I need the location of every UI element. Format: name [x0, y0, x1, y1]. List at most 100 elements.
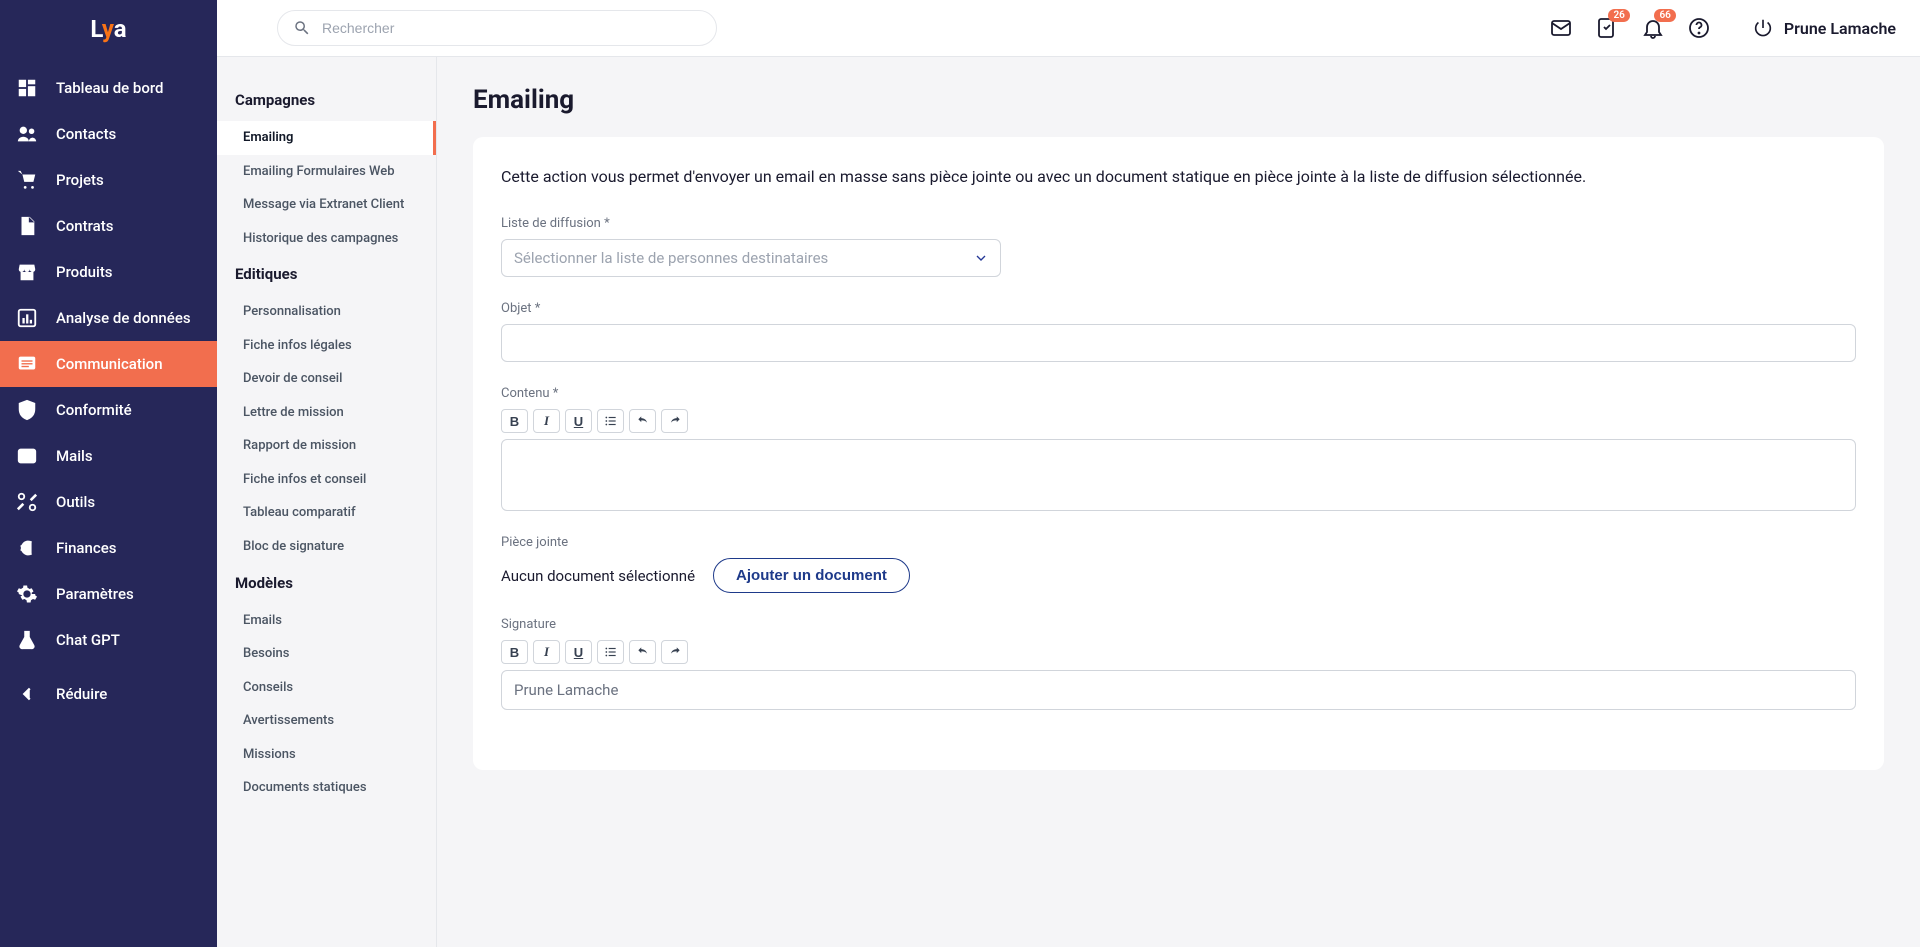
nav-item-store[interactable]: Produits [0, 249, 217, 295]
nav-item-gear[interactable]: Paramètres [0, 571, 217, 617]
mail-icon [1549, 16, 1573, 40]
bold-button[interactable]: B [501, 409, 528, 433]
input-subject[interactable] [501, 324, 1856, 362]
shield-icon [16, 399, 38, 421]
logo[interactable]: Lya [0, 0, 217, 57]
page-title: Emailing [473, 85, 1884, 115]
nav-item-dashboard[interactable]: Tableau de bord [0, 65, 217, 111]
sidebar-primary: Lya Tableau de bordContactsProjets Contra… [0, 0, 217, 947]
attachment-none-text: Aucun document sélectionné [501, 567, 695, 585]
sec-group-title: Editiques [217, 255, 436, 295]
list-button[interactable] [597, 409, 624, 433]
nav-reduce[interactable]: Réduire [0, 671, 217, 717]
sec-item[interactable]: Emails [217, 604, 436, 638]
sec-item[interactable]: Historique des campagnes [217, 222, 436, 256]
sec-item[interactable]: Missions [217, 738, 436, 772]
redo-icon [668, 645, 682, 659]
nav-item-label: Conformité [56, 401, 132, 419]
people-icon [16, 123, 38, 145]
nav-item-euro[interactable]: Finances [0, 525, 217, 571]
field-diffusion: Liste de diffusion * Sélectionner la lis… [501, 216, 1856, 277]
nav-item-label: Contrats [56, 217, 114, 235]
undo-icon [636, 414, 650, 428]
list-icon [604, 645, 618, 659]
nav-item-people[interactable]: Contacts [0, 111, 217, 157]
tasks-button[interactable]: 26 [1594, 15, 1620, 41]
nav-item-document[interactable]: Contrats [0, 203, 217, 249]
store-icon [16, 261, 38, 283]
user-name: Prune Lamache [1784, 19, 1896, 38]
nav-item-mail[interactable]: Mails [0, 433, 217, 479]
sec-item[interactable]: Documents statiques [217, 771, 436, 805]
mail-icon [16, 445, 38, 467]
sec-item[interactable]: Message via Extranet Client [217, 188, 436, 222]
nav-item-flask[interactable]: Chat GPT [0, 617, 217, 663]
notifications-badge: 66 [1654, 9, 1675, 22]
sec-item[interactable]: Lettre de mission [217, 396, 436, 430]
sec-item[interactable]: Rapport de mission [217, 429, 436, 463]
sig-redo-button[interactable] [661, 640, 688, 664]
sig-underline-button[interactable]: U [565, 640, 592, 664]
intro-text: Cette action vous permet d'envoyer un em… [501, 165, 1856, 188]
field-subject: Objet * [501, 301, 1856, 362]
sec-item[interactable]: Personnalisation [217, 295, 436, 329]
sec-item[interactable]: Bloc de signature [217, 530, 436, 564]
label-attachment: Pièce jointe [501, 535, 1856, 550]
nav-item-label: Produits [56, 263, 113, 281]
notifications-button[interactable]: 66 [1640, 15, 1666, 41]
search-wrap [277, 10, 717, 46]
nav-item-tools[interactable]: Outils [0, 479, 217, 525]
sec-item[interactable]: Fiche infos et conseil [217, 463, 436, 497]
editor-signature[interactable]: Prune Lamache [501, 670, 1856, 710]
select-diffusion-placeholder: Sélectionner la liste de personnes desti… [514, 249, 828, 267]
nav-item-label: Paramètres [56, 585, 134, 603]
sec-item[interactable]: Emailing Formulaires Web [217, 155, 436, 189]
sec-item[interactable]: Tableau comparatif [217, 496, 436, 530]
select-diffusion[interactable]: Sélectionner la liste de personnes desti… [501, 239, 1001, 277]
redo-icon [668, 414, 682, 428]
label-diffusion: Liste de diffusion * [501, 216, 1856, 231]
add-document-button[interactable]: Ajouter un document [713, 558, 910, 593]
editor-content[interactable] [501, 439, 1856, 511]
nav-item-label: Finances [56, 539, 116, 557]
help-button[interactable] [1686, 15, 1712, 41]
mail-button[interactable] [1548, 15, 1574, 41]
sig-undo-button[interactable] [629, 640, 656, 664]
sig-italic-button[interactable]: I [533, 640, 560, 664]
sec-item[interactable]: Emailing [217, 121, 436, 155]
sec-group-title: Modèles [217, 564, 436, 604]
sidebar-secondary: CampagnesEmailingEmailing Formulaires We… [217, 57, 437, 947]
nav-item-label: Mails [56, 447, 93, 465]
redo-button[interactable] [661, 409, 688, 433]
undo-button[interactable] [629, 409, 656, 433]
label-subject: Objet * [501, 301, 1856, 316]
signature-toolbar: B I U [501, 640, 1856, 664]
nav-item-shield[interactable]: Conformité [0, 387, 217, 433]
label-signature: Signature [501, 617, 1856, 632]
list-icon [604, 414, 618, 428]
underline-button[interactable]: U [565, 409, 592, 433]
italic-button[interactable]: I [533, 409, 560, 433]
sec-item[interactable]: Fiche infos légales [217, 329, 436, 363]
document-icon [16, 215, 38, 237]
sig-bold-button[interactable]: B [501, 640, 528, 664]
sec-item[interactable]: Devoir de conseil [217, 362, 436, 396]
help-icon [1687, 16, 1711, 40]
label-content: Contenu * [501, 386, 1856, 401]
user-menu[interactable]: Prune Lamache [1752, 17, 1896, 39]
nav-item-cart[interactable]: Projets [0, 157, 217, 203]
sig-list-button[interactable] [597, 640, 624, 664]
content-toolbar: B I U [501, 409, 1856, 433]
search-icon [293, 19, 311, 37]
sec-item[interactable]: Conseils [217, 671, 436, 705]
chevron-down-icon [973, 250, 989, 266]
logo-part2: y [102, 15, 114, 43]
tasks-badge: 26 [1608, 9, 1629, 22]
nav-item-chart[interactable]: Analyse de données [0, 295, 217, 341]
chart-icon [16, 307, 38, 329]
sec-item[interactable]: Avertissements [217, 704, 436, 738]
nav-item-chat[interactable]: Communication [0, 341, 217, 387]
search-input[interactable] [277, 10, 717, 46]
dashboard-icon [16, 77, 38, 99]
sec-item[interactable]: Besoins [217, 637, 436, 671]
